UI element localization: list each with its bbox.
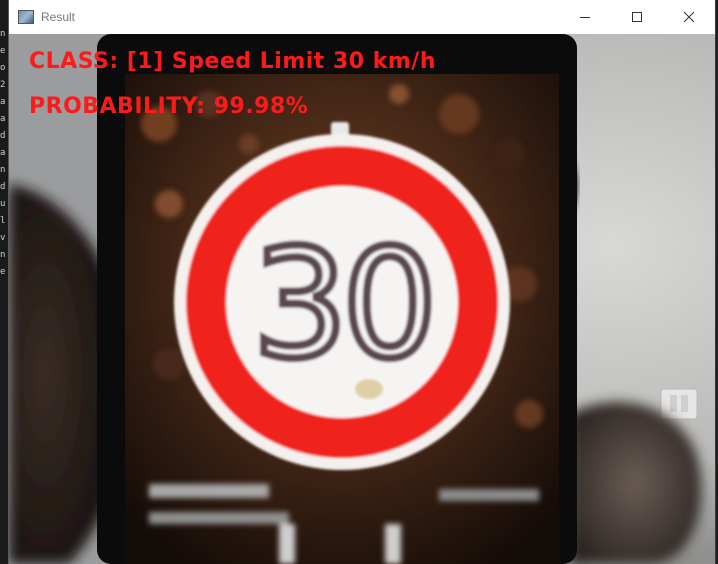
opencv-window-icon (18, 10, 34, 24)
maximize-button[interactable] (611, 0, 663, 34)
maximize-icon (632, 12, 642, 22)
light-switch (660, 388, 698, 420)
window-title: Result (41, 10, 76, 24)
close-icon (683, 11, 695, 23)
window-controls (559, 0, 715, 34)
background-terminal-strip: n e o 2 a a d a n d u l v n e (0, 0, 8, 564)
minimize-button[interactable] (559, 0, 611, 34)
window-titlebar[interactable]: Result (9, 0, 715, 35)
minimize-icon (580, 17, 590, 18)
probability-label: PROBABILITY: 99.98% (29, 94, 309, 119)
class-label: CLASS: [1] Speed Limit 30 km/h (29, 49, 436, 74)
sign-number: 30 (253, 218, 432, 392)
background-terminal-text: n e o 2 a a d a n d u l v n e (0, 29, 6, 277)
close-button[interactable] (663, 0, 715, 34)
result-window: Result 30 CLASS: [1] Speed Limit 30 km/h… (8, 0, 716, 564)
camera-frame: 30 CLASS: [1] Speed Limit 30 km/h PROBAB… (9, 34, 715, 564)
